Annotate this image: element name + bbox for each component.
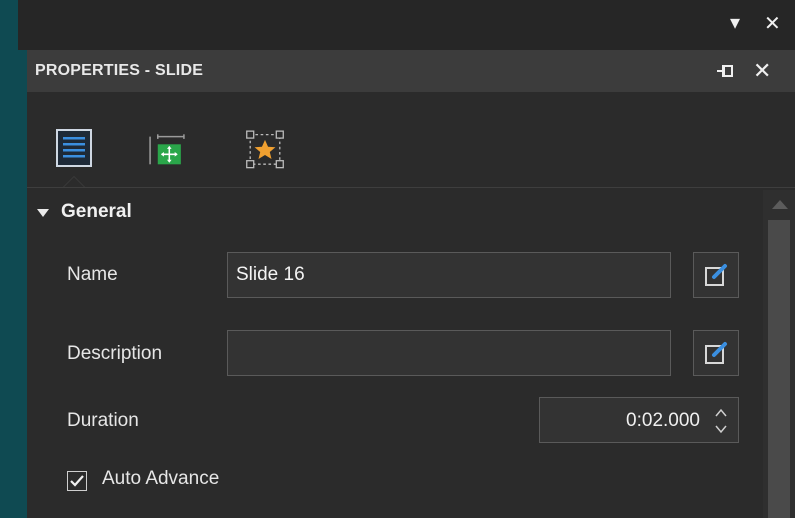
auto-advance-label[interactable]: Auto Advance bbox=[102, 468, 219, 490]
pin-icon[interactable] bbox=[715, 63, 737, 79]
vertical-scrollbar[interactable] bbox=[763, 190, 795, 518]
duration-label: Duration bbox=[67, 410, 139, 431]
outer-toolbar: ▾ ✕ bbox=[18, 0, 795, 50]
duration-value[interactable]: 0:02.000 bbox=[626, 410, 700, 432]
spinner-arrows-icon[interactable] bbox=[714, 406, 728, 436]
tab-divider bbox=[27, 187, 795, 188]
edit-icon bbox=[705, 264, 727, 286]
edit-name-button[interactable] bbox=[693, 252, 739, 298]
properties-panel: PROPERTIES - SLIDE ✕ General Name Slide … bbox=[27, 50, 795, 518]
name-field[interactable] bbox=[227, 252, 671, 298]
auto-advance-checkbox[interactable] bbox=[67, 471, 87, 491]
collapse-triangle-icon bbox=[37, 209, 49, 217]
edit-description-button[interactable] bbox=[693, 330, 739, 376]
tab-strip bbox=[27, 92, 795, 187]
section-title: General bbox=[61, 201, 132, 222]
general-section-header[interactable]: General bbox=[37, 198, 132, 226]
selected-tab-indicator bbox=[63, 176, 85, 187]
tab-layout-move-icon[interactable] bbox=[147, 128, 187, 176]
duration-spinner[interactable]: 0:02.000 bbox=[539, 397, 739, 443]
description-field[interactable] bbox=[227, 330, 671, 376]
close-icon[interactable]: ✕ bbox=[753, 58, 771, 84]
scrollbar-thumb[interactable] bbox=[768, 220, 790, 518]
tab-animation-star-icon[interactable] bbox=[245, 128, 285, 176]
checkmark-icon bbox=[70, 475, 84, 487]
name-label: Name bbox=[67, 264, 118, 285]
close-icon[interactable]: ✕ bbox=[764, 11, 781, 36]
panel-title-bar: PROPERTIES - SLIDE ✕ bbox=[27, 50, 795, 92]
edit-icon bbox=[705, 342, 727, 364]
scroll-up-arrow-icon[interactable] bbox=[772, 200, 788, 209]
description-label: Description bbox=[67, 343, 163, 364]
chevron-down-icon[interactable]: ▾ bbox=[730, 10, 740, 35]
panel-title: PROPERTIES - SLIDE bbox=[35, 62, 204, 79]
tab-general-list-icon[interactable] bbox=[55, 128, 95, 176]
